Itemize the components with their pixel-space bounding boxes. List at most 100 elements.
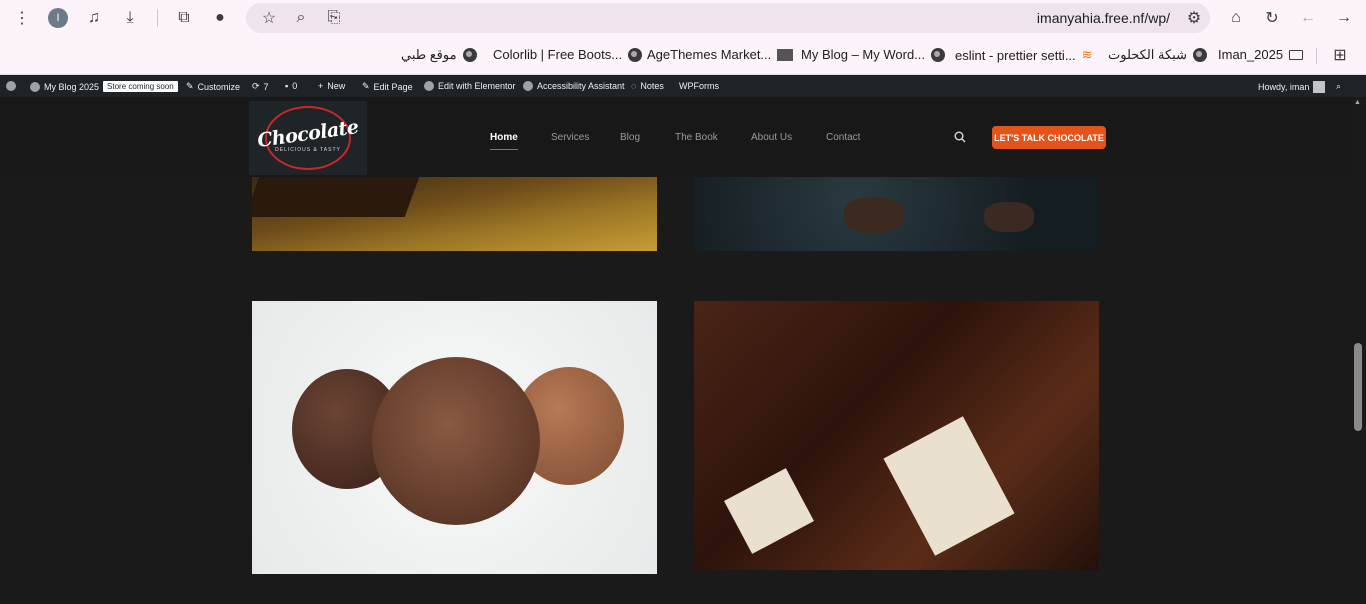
white-chocolate-shape [724, 468, 814, 554]
store-status-badge: Store coming soon [103, 81, 178, 92]
howdy-label: Howdy, iman [1258, 82, 1310, 92]
bookmark-label: Iman_2025 [1218, 47, 1284, 62]
menu-dots-icon[interactable]: ⋮ [12, 8, 32, 28]
site-header: Chocolate DELICIOUS & TASTY Home Service… [0, 97, 1366, 177]
accessibility-icon [523, 81, 533, 91]
admin-customize[interactable]: ✎ Customize [186, 81, 240, 92]
admin-site-name[interactable]: My Blog 2025 Store coming soon [30, 81, 178, 92]
dashboard-icon [30, 81, 40, 92]
reload-icon[interactable]: ↻ [1262, 8, 1282, 28]
brush-icon: ✎ [186, 81, 194, 91]
bookmark-folder-iman[interactable]: Iman_2025 [1218, 47, 1304, 62]
comments-count: 0 [292, 81, 298, 91]
admin-search-icon[interactable]: ⌕ [1336, 81, 1341, 92]
bookmarks-bar: موقع طبي Colorlib | Free Boots... AgeThe… [0, 36, 1366, 75]
nav-about-us[interactable]: About Us [751, 132, 792, 143]
bookmarks-separator [1316, 48, 1317, 64]
bookmark-label: موقع طبي [401, 47, 457, 62]
nav-home[interactable]: Home [490, 132, 518, 150]
plus-icon: + [318, 81, 324, 91]
chocolate-piece-shape [844, 197, 904, 233]
truffle-sprinkled [372, 357, 540, 525]
chocolate-powder-image [252, 177, 657, 251]
accessibility-label: Accessibility Assistant [537, 81, 625, 91]
extensions-icon[interactable]: ⧉ [174, 8, 194, 28]
globe-icon [931, 47, 946, 62]
globe-icon [1192, 48, 1207, 62]
home-icon[interactable]: ⌂ [1226, 8, 1246, 28]
updates-icon: ⟳ [252, 81, 260, 91]
chocolate-truffles-image [252, 301, 657, 574]
bookmark-colorlib[interactable]: Colorlib | Free Boots... [493, 47, 643, 62]
bookmark-eslint[interactable]: eslint - prettier setti... ≋ [955, 47, 1093, 63]
chocolate-bar-shape [252, 177, 420, 217]
white-chocolate-shape [883, 416, 1015, 556]
elementor-label: Edit with Elementor [438, 81, 516, 91]
comment-icon: ▪ [285, 81, 289, 91]
globe-icon [462, 48, 477, 62]
address-bar[interactable]: ☆ ⌕ ⎘ imanyahia.free.nf/wp/ ⚙ [246, 3, 1210, 33]
admin-account[interactable]: Howdy, iman [1258, 81, 1326, 93]
folder-icon [1289, 49, 1304, 60]
admin-accessibility[interactable]: Accessibility Assistant [523, 81, 625, 91]
nav-blog[interactable]: Blog [620, 132, 640, 143]
back-icon[interactable]: ← [1298, 8, 1318, 28]
download-icon[interactable]: ⤓ [120, 8, 140, 28]
customize-label: Customize [197, 81, 241, 92]
new-label: New [327, 81, 346, 91]
all-bookmarks-icon[interactable]: ⊞ [1330, 45, 1350, 65]
page-scrollbar[interactable]: ▲ [1351, 97, 1366, 604]
admin-elementor[interactable]: Edit with Elementor [424, 81, 516, 91]
bookmark-medical-site[interactable]: موقع طبي [401, 47, 477, 63]
zoom-icon[interactable]: ⌕ [291, 8, 311, 28]
agethemes-icon [777, 48, 794, 61]
updates-count: 7 [263, 81, 269, 92]
url-text[interactable]: imanyahia.free.nf/wp/ [1037, 10, 1170, 26]
scrollbar-thumb[interactable] [1354, 343, 1362, 431]
wpforms-label: WPForms [679, 81, 719, 91]
admin-wpforms[interactable]: WPForms [679, 81, 719, 91]
translate-icon[interactable]: ⎘ [324, 8, 344, 28]
stackoverflow-icon: ≋ [1081, 47, 1093, 62]
globe-icon [628, 47, 643, 62]
media-control-icon[interactable]: ♫ [84, 8, 104, 28]
bookmark-label: My Blog – My Word... [801, 47, 926, 62]
admin-comments[interactable]: ▪ 0 [285, 81, 297, 91]
admin-updates[interactable]: ⟳ 7 [252, 81, 269, 92]
notes-label: Notes [640, 81, 664, 91]
bookmark-my-blog[interactable]: My Blog – My Word... [801, 47, 946, 62]
site-logo[interactable]: Chocolate DELICIOUS & TASTY [249, 101, 367, 175]
bookmark-kahlout-network[interactable]: شبكة الكحلوت [1108, 47, 1207, 63]
extension-icon[interactable]: ● [210, 8, 230, 28]
forward-icon[interactable]: → [1334, 8, 1354, 28]
toolbar-separator [157, 9, 158, 27]
bookmark-star-icon[interactable]: ☆ [259, 8, 279, 28]
chocolate-pieces-dark-image [694, 177, 1099, 251]
scroll-up-icon[interactable]: ▲ [1354, 99, 1362, 107]
admin-new[interactable]: + New [318, 81, 345, 91]
wordpress-logo-icon[interactable] [6, 81, 16, 91]
nav-the-book[interactable]: The Book [675, 132, 718, 143]
chocolate-pralines-image [694, 301, 1099, 570]
edit-page-label: Edit Page [373, 81, 413, 92]
search-icon[interactable] [954, 131, 966, 143]
admin-notes[interactable]: ◌ Notes [631, 81, 664, 91]
cta-button[interactable]: LET'S TALK CHOCOLATE [992, 126, 1106, 149]
notes-icon: ◌ [631, 81, 637, 91]
pencil-icon: ✎ [362, 81, 370, 91]
elementor-icon [424, 81, 434, 91]
bookmark-label: AgeThemes Market... [647, 47, 772, 62]
chocolate-piece-shape [984, 202, 1034, 232]
browser-toolbar: ⋮ I ♫ ⤓ ⧉ ● ☆ ⌕ ⎘ imanyahia.free.nf/wp/ … [0, 0, 1366, 36]
avatar [1313, 81, 1326, 93]
nav-services[interactable]: Services [551, 132, 589, 143]
site-settings-icon[interactable]: ⚙ [1184, 8, 1204, 28]
bookmark-agethemes[interactable]: AgeThemes Market... [647, 47, 794, 62]
logo-badge: Chocolate DELICIOUS & TASTY [256, 106, 360, 170]
admin-edit-page[interactable]: ✎ Edit Page [362, 81, 413, 92]
nav-contact[interactable]: Contact [826, 132, 860, 143]
bookmark-label: eslint - prettier setti... [955, 47, 1076, 63]
profile-avatar[interactable]: I [48, 8, 68, 28]
wp-admin-bar: My Blog 2025 Store coming soon ✎ Customi… [0, 76, 1366, 97]
bookmark-label: شبكة الكحلوت [1108, 47, 1187, 62]
